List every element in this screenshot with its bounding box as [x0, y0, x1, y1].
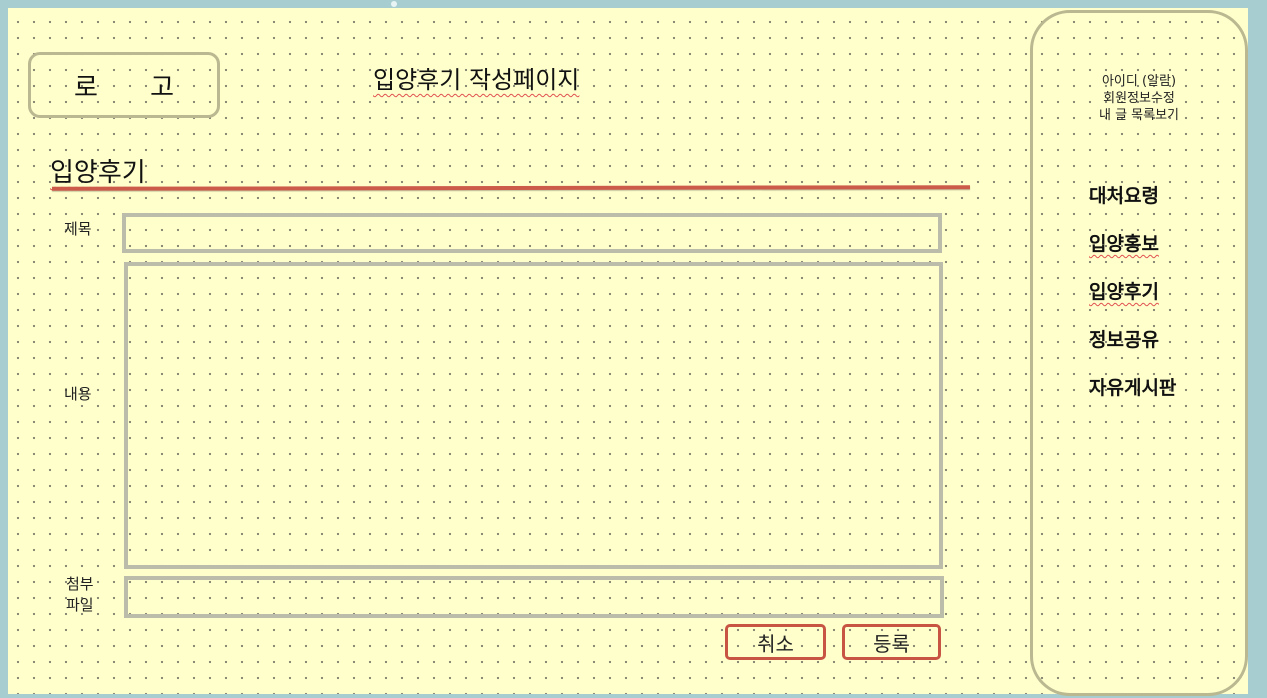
sidebar-item-label: 자유게시판: [1089, 377, 1177, 399]
sidebar-item-label: 입양후기: [1089, 281, 1159, 303]
user-info: 아이디 (알람) 회원정보수정 내 글 목록보기: [1033, 73, 1245, 124]
edit-profile-link[interactable]: 회원정보수정: [1033, 90, 1245, 107]
cancel-button-label: 취소: [757, 631, 794, 656]
submit-button[interactable]: 등록: [842, 624, 941, 660]
content-textarea[interactable]: [124, 262, 943, 569]
page-title: 입양후기 작성페이지: [373, 66, 580, 94]
sidebar-item-label: 입양홍보: [1089, 233, 1159, 255]
logo[interactable]: 로 고: [28, 52, 220, 118]
title-input[interactable]: [122, 213, 942, 253]
sidebar-nav: 대처요령 입양홍보 입양후기 정보공유 자유게시판: [1089, 181, 1176, 421]
title-label: 제목: [64, 220, 92, 238]
section-divider: [51, 185, 971, 191]
submit-button-label: 등록: [873, 631, 910, 656]
section-heading: 입양후기: [50, 158, 146, 188]
logo-text: 로 고: [73, 72, 197, 103]
attachment-label-line2: 파일: [66, 596, 94, 614]
sidebar-item-response-guide[interactable]: 대처요령: [1089, 181, 1176, 229]
sidebar-item-info-share[interactable]: 정보공유: [1089, 325, 1176, 373]
sidebar-item-adoption-promo[interactable]: 입양홍보: [1089, 229, 1176, 277]
cancel-button[interactable]: 취소: [725, 624, 826, 660]
user-id-alarm-text: 아이디 (알람): [1101, 74, 1177, 89]
sidebar-item-label: 정보공유: [1089, 329, 1159, 351]
window-handle-dot: [391, 1, 397, 7]
sidebar-item-free-board[interactable]: 자유게시판: [1089, 373, 1176, 421]
attachment-label: 첨부 파일: [66, 574, 94, 616]
sidebar: 아이디 (알람) 회원정보수정 내 글 목록보기 대처요령 입양홍보 입양후기 …: [1030, 10, 1248, 696]
user-id-alarm[interactable]: 아이디 (알람): [1033, 73, 1245, 90]
content-label: 내용: [64, 385, 92, 403]
sidebar-item-adoption-review[interactable]: 입양후기: [1089, 277, 1176, 325]
attachment-input[interactable]: [124, 576, 944, 618]
sidebar-item-label: 대처요령: [1089, 185, 1159, 207]
wireframe-page: 로 고 입양후기 작성페이지 입양후기 제목 내용 첨부 파일 취소 등록 아이…: [8, 8, 1248, 696]
my-posts-link[interactable]: 내 글 목록보기: [1033, 107, 1245, 124]
attachment-label-line1: 첨부: [66, 575, 94, 593]
